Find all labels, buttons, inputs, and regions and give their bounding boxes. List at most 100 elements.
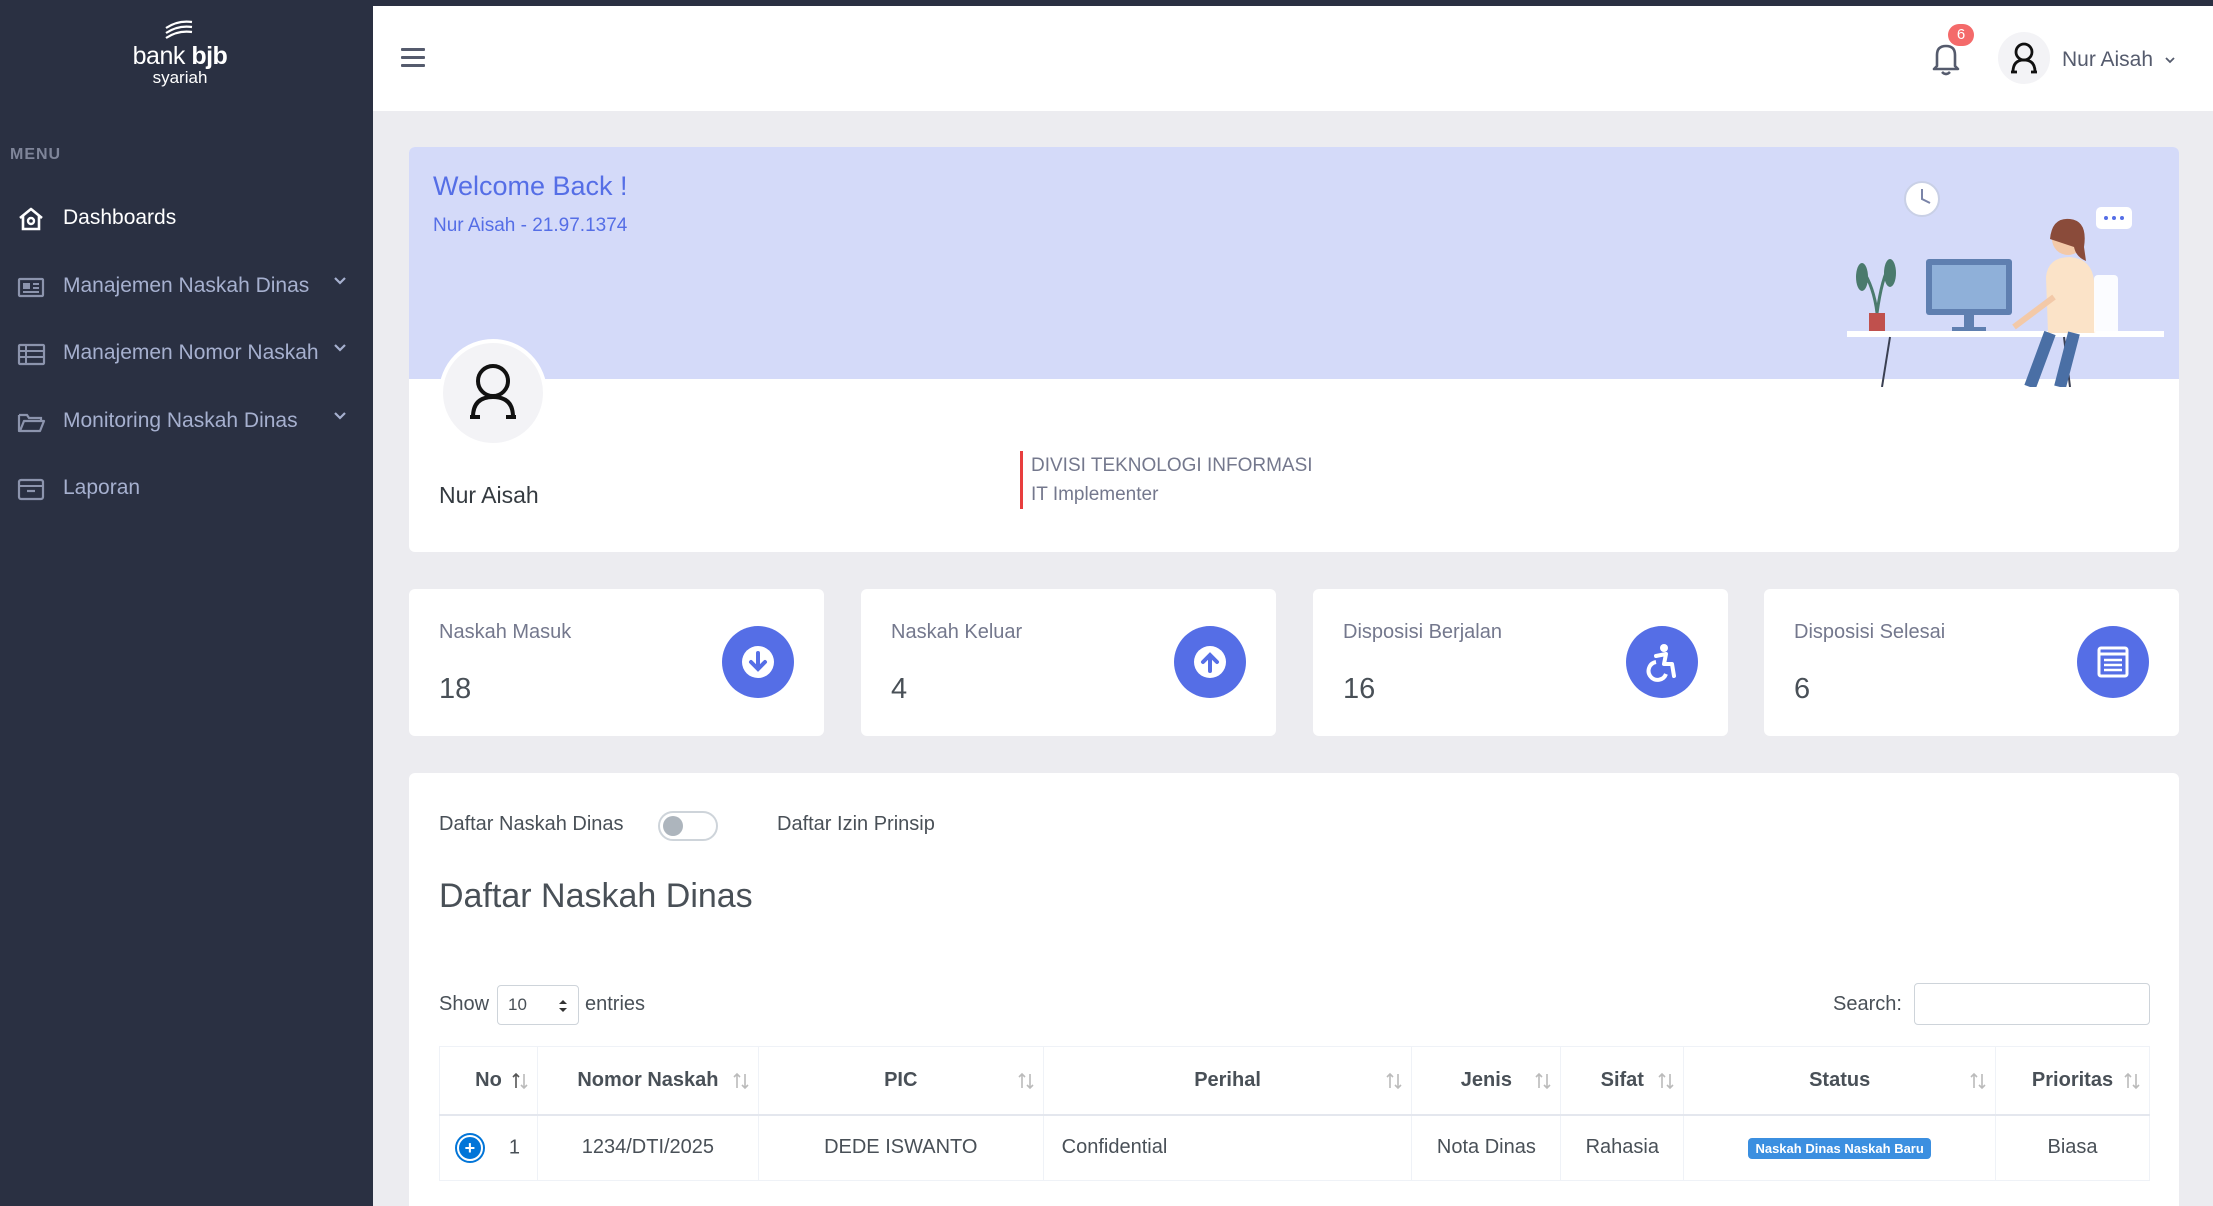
table-header-row: No Nomor Naskah PIC Perihal Jenis Sifat … [439, 1046, 2150, 1116]
brand-sub: syariah [152, 68, 208, 87]
logo-wave-icon [165, 20, 193, 39]
sidebar-item-label: Manajemen Nomor Naskah [63, 341, 319, 364]
column-header-no[interactable]: No [439, 1046, 538, 1116]
sidebar-item-manajemen-naskah-dinas[interactable]: Manajemen Naskah Dinas [0, 259, 373, 315]
stat-card-disposisi-selesai[interactable]: Disposisi Selesai 6 [1764, 589, 2179, 736]
sort-icon [733, 1072, 749, 1090]
home-icon [19, 207, 43, 231]
avatar [1998, 32, 2050, 84]
column-header-jenis[interactable]: Jenis [1411, 1046, 1562, 1116]
archive-icon [17, 478, 45, 501]
search-input[interactable] [1914, 983, 2150, 1025]
division-name: DIVISI TEKNOLOGI INFORMASI [1031, 455, 1313, 476]
toggle-label-naskah-dinas: Daftar Naskah Dinas [439, 813, 624, 835]
cell-prioritas: Biasa [1995, 1114, 2150, 1181]
sort-icon [1970, 1072, 1986, 1090]
sort-icon [1658, 1072, 1674, 1090]
sidebar-item-manajemen-nomor-naskah[interactable]: Manajemen Nomor Naskah [0, 326, 373, 382]
hamburger-bar [401, 48, 425, 51]
chevron-down-icon [334, 344, 346, 352]
stat-value: 4 [891, 673, 908, 705]
sidebar: bank bjb syariah MENU Dashboards Manajem… [0, 0, 373, 1206]
user-menu[interactable]: Nur Aisah [1998, 30, 2198, 88]
hamburger-bar [401, 56, 425, 59]
stat-card-disposisi-berjalan[interactable]: Disposisi Berjalan 16 [1313, 589, 1728, 736]
brand-name: bank bjb [132, 42, 228, 70]
status-badge: Naskah Dinas Naskah Baru [1748, 1138, 1931, 1160]
newspaper-icon [17, 277, 45, 298]
cell-nomor-naskah: 1234/DTI/2025 [536, 1114, 759, 1181]
role-name: IT Implementer [1031, 484, 1159, 505]
stat-card-naskah-masuk[interactable]: Naskah Masuk 18 [409, 589, 824, 736]
column-label: PIC [884, 1068, 918, 1091]
show-label: Show [439, 993, 490, 1015]
chevron-down-icon [334, 412, 346, 420]
switch-knob [663, 816, 683, 836]
list-icon [17, 343, 46, 366]
stat-title: Disposisi Berjalan [1343, 621, 1502, 643]
column-header-perihal[interactable]: Perihal [1042, 1046, 1413, 1116]
stat-card-naskah-keluar[interactable]: Naskah Keluar 4 [861, 589, 1276, 736]
welcome-title: Welcome Back ! [433, 171, 628, 201]
stat-title: Disposisi Selesai [1794, 621, 1946, 643]
column-header-pic[interactable]: PIC [757, 1046, 1044, 1116]
column-label: Perihal [1194, 1068, 1261, 1091]
sidebar-item-label: Dashboards [63, 206, 177, 229]
page-size-value: 10 [508, 995, 527, 1014]
list-type-switch[interactable] [658, 811, 718, 841]
stat-value: 16 [1343, 673, 1376, 705]
entries-label: entries [585, 993, 646, 1015]
division-info: DIVISI TEKNOLOGI INFORMASI IT Implemente… [1020, 451, 1313, 509]
page-size-select[interactable]: 10 [497, 985, 579, 1025]
chevron-down-icon [2165, 57, 2175, 64]
document-list-card: Daftar Naskah Dinas Daftar Izin Prinsip … [409, 773, 2179, 1206]
welcome-subtitle: Nur Aisah - 21.97.1374 [433, 215, 628, 236]
search-label: Search: [1833, 993, 1902, 1015]
select-arrows-icon [559, 1000, 567, 1012]
cell-pic: DEDE ISWANTO [757, 1114, 1044, 1181]
accessible-icon [1646, 644, 1676, 682]
expand-row-icon[interactable]: + [456, 1134, 483, 1161]
profile-avatar [439, 339, 547, 447]
top-border [0, 0, 2213, 6]
column-header-prioritas[interactable]: Prioritas [1995, 1046, 2150, 1116]
office-illustration [1847, 181, 2164, 387]
sidebar-item-monitoring-naskah-dinas[interactable]: Monitoring Naskah Dinas [0, 394, 373, 450]
sidebar-item-label: Laporan [63, 476, 141, 499]
user-name: Nur Aisah [2062, 48, 2154, 71]
column-header-sifat[interactable]: Sifat [1560, 1046, 1685, 1116]
table-row[interactable]: +1 1234/DTI/2025 DEDE ISWANTO Confidenti… [439, 1114, 2150, 1181]
stat-value: 6 [1794, 673, 1811, 705]
cell-no: +1 [439, 1114, 538, 1181]
column-label: Status [1809, 1068, 1871, 1091]
hamburger-bar [401, 64, 425, 67]
sidebar-item-dashboards[interactable]: Dashboards [0, 191, 373, 247]
sort-icon [1018, 1072, 1034, 1090]
column-header-nomor-naskah[interactable]: Nomor Naskah [536, 1046, 759, 1116]
column-header-status[interactable]: Status [1683, 1046, 1997, 1116]
sort-icon [512, 1072, 528, 1090]
user-icon [470, 364, 516, 419]
list-title: Daftar Naskah Dinas [439, 877, 753, 915]
chevron-down-icon [334, 277, 346, 285]
sort-icon [1535, 1072, 1551, 1090]
column-label: Sifat [1600, 1068, 1644, 1091]
stat-icon-badge [1174, 626, 1246, 698]
sort-icon [1386, 1072, 1402, 1090]
cell-status: Naskah Dinas Naskah Baru [1683, 1114, 1997, 1181]
menu-title: MENU [10, 146, 62, 163]
folder-open-icon [17, 413, 46, 433]
stat-icon-badge [722, 626, 794, 698]
welcome-card: Welcome Back ! Nur Aisah - 21.97.1374 Nu… [409, 147, 2179, 552]
column-label: Jenis [1460, 1068, 1512, 1091]
sidebar-item-label: Monitoring Naskah Dinas [63, 409, 298, 432]
cell-sifat: Rahasia [1560, 1114, 1685, 1181]
brand-logo[interactable]: bank bjb syariah [120, 18, 260, 88]
stat-title: Naskah Masuk [439, 621, 572, 643]
column-label: Nomor Naskah [577, 1068, 719, 1091]
user-icon [2011, 42, 2037, 74]
sidebar-item-laporan[interactable]: Laporan [0, 461, 373, 517]
menu-toggle-button[interactable] [401, 48, 425, 68]
toggle-label-izin-prinsip: Daftar Izin Prinsip [777, 813, 935, 835]
arrow-down-circle-icon [742, 646, 774, 678]
